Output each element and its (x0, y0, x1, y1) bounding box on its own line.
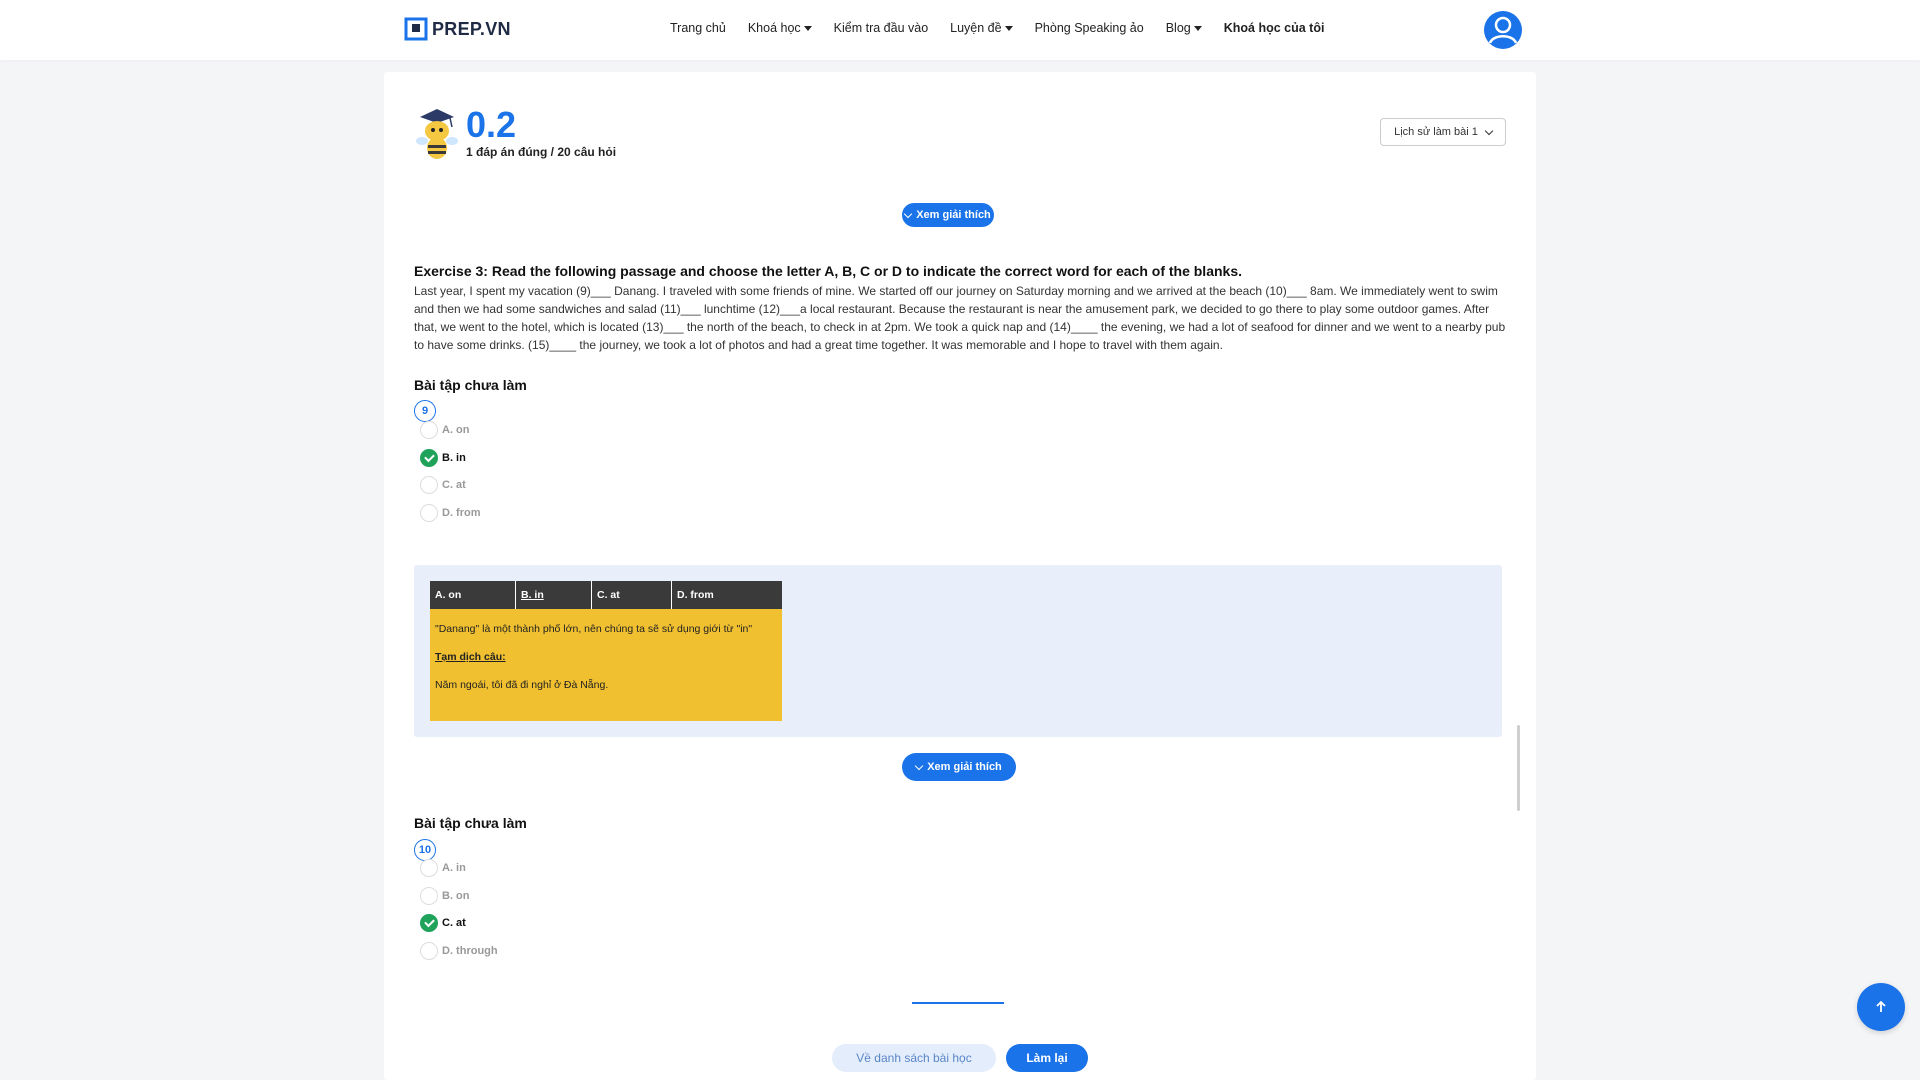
scrollbar-thumb[interactable] (1517, 725, 1520, 811)
chevron-down-icon (1484, 126, 1494, 135)
explanation-table-header: A. on B. in C. at D. from (430, 581, 782, 609)
back-to-lessons-button[interactable]: Về danh sách bài học (832, 1044, 996, 1072)
chevron-down-icon (914, 761, 924, 770)
explanation-panel: A. on B. in C. at D. from "Danang" là mộ… (414, 565, 1502, 737)
exercise-title: Exercise 3: Read the following passage a… (414, 263, 1242, 279)
option-b[interactable]: B. on (420, 887, 470, 905)
radio-icon (420, 421, 438, 439)
option-label: B. in (442, 452, 466, 464)
option-label: A. in (442, 862, 466, 874)
explanation-table: A. on B. in C. at D. from "Danang" là mộ… (430, 581, 782, 721)
radio-icon (420, 859, 438, 877)
translation-text: Năm ngoái, tôi đã đi nghỉ ở Đà Nẵng. (435, 679, 609, 691)
bee-mascot-icon (416, 109, 458, 159)
nav-label: Kiểm tra đầu vào (833, 21, 929, 35)
main-nav: Trang chủ Khoá học Kiểm tra đầu vào Luyệ… (670, 21, 1324, 35)
nav-courses[interactable]: Khoá học (748, 21, 812, 35)
header-cell: A. on (430, 581, 516, 609)
exercise-passage: Last year, I spent my vacation (9)___ Da… (414, 284, 1506, 352)
radio-icon (420, 504, 438, 522)
header-cell: B. in (516, 581, 592, 609)
nav-label: Trang chủ (670, 21, 726, 35)
logo-text: PREP.VN (432, 18, 511, 39)
explain-label: Xem giải thích (916, 209, 991, 221)
check-circle-icon (420, 449, 438, 467)
partial-button-edge (912, 1002, 1004, 1004)
explain-button[interactable]: Xem giải thích (902, 753, 1016, 781)
scroll-to-top-button[interactable] (1857, 983, 1905, 1031)
nav-label: Khoá học (747, 21, 801, 35)
check-circle-icon (420, 914, 438, 932)
result-card: 0.2 1 đáp án đúng / 20 câu hỏi Lịch sử l… (384, 72, 1536, 1080)
caret-down-icon (1004, 25, 1013, 31)
logo[interactable]: PREP.VN (404, 17, 511, 41)
option-label: D. from (442, 507, 481, 519)
nav-blog[interactable]: Blog (1166, 21, 1202, 35)
explain-button-top[interactable]: Xem giải thích (902, 203, 994, 227)
nav-label: Luyện đề (950, 21, 1002, 35)
nav-speaking-room[interactable]: Phòng Speaking ảo (1035, 21, 1144, 35)
question-status: Bài tập chưa làm (414, 377, 527, 393)
score-summary-text: 1 đáp án đúng / 20 câu hỏi (466, 145, 617, 159)
explanation-note: "Danang" là một thành phố lớn, nên chúng… (430, 609, 782, 721)
option-label: B. on (442, 890, 470, 902)
radio-icon (420, 942, 438, 960)
score-summary: 0.2 1 đáp án đúng / 20 câu hỏi (414, 105, 616, 161)
option-label: A. on (442, 424, 470, 436)
arrow-up-icon (1876, 1000, 1886, 1012)
logo-icon (404, 17, 428, 41)
translate-label: Tạm dịch câu: (435, 651, 506, 663)
radio-icon (420, 476, 438, 494)
history-dropdown[interactable]: Lịch sử làm bài 1 (1380, 118, 1506, 146)
caret-down-icon (803, 25, 812, 31)
nav-label: Khoá học của tôi (1223, 21, 1325, 35)
caret-down-icon (1193, 25, 1202, 31)
option-b[interactable]: B. in (420, 449, 466, 467)
history-label: Lịch sử làm bài 1 (1394, 126, 1478, 138)
question-number-badge: 9 (414, 400, 436, 422)
nav-label: Phòng Speaking ảo (1034, 21, 1144, 35)
radio-icon (420, 887, 438, 905)
nav-home[interactable]: Trang chủ (670, 21, 726, 35)
top-navbar: PREP.VN Trang chủ Khoá học Kiểm tra đầu … (0, 0, 1920, 60)
nav-label: Blog (1165, 21, 1191, 35)
option-c[interactable]: C. at (420, 914, 466, 932)
question-number-badge: 10 (414, 839, 436, 861)
option-d[interactable]: D. through (420, 942, 498, 960)
option-a[interactable]: A. in (420, 859, 466, 877)
option-c[interactable]: C. at (420, 476, 466, 494)
nav-my-courses[interactable]: Khoá học của tôi (1224, 21, 1325, 35)
question-status: Bài tập chưa làm (414, 815, 527, 831)
user-icon (1488, 16, 1518, 44)
header-cell: C. at (592, 581, 672, 609)
nav-practice-tests[interactable]: Luyện đề (950, 21, 1013, 35)
score-value: 0.2 (466, 104, 517, 145)
user-avatar[interactable] (1484, 11, 1522, 49)
chevron-down-icon (903, 209, 913, 218)
explanation-reason: "Danang" là một thành phố lớn, nên chúng… (435, 623, 753, 635)
header-cell: D. from (677, 589, 714, 601)
option-label: D. through (442, 945, 498, 957)
option-a[interactable]: A. on (420, 421, 470, 439)
score-text: 0.2 1 đáp án đúng / 20 câu hỏi (466, 104, 617, 160)
option-label: C. at (442, 917, 466, 929)
nav-entry-test[interactable]: Kiểm tra đầu vào (834, 21, 929, 35)
option-label: C. at (442, 479, 466, 491)
redo-button[interactable]: Làm lại (1006, 1044, 1088, 1072)
explain-label: Xem giải thích (927, 761, 1002, 773)
option-d[interactable]: D. from (420, 504, 481, 522)
